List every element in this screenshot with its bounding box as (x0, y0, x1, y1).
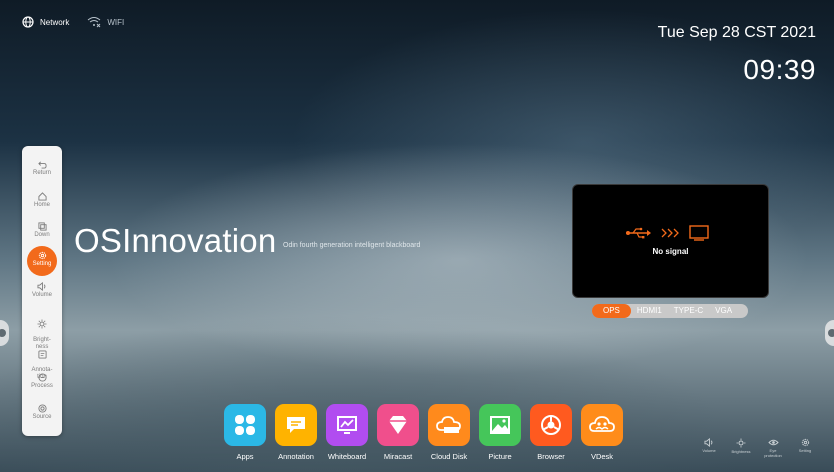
right-edge-handle[interactable] (825, 320, 834, 346)
sidebar-item-label: Down (34, 232, 50, 238)
brand-title: OSInnovation (74, 222, 277, 259)
sidebar-item-label: Home (33, 202, 50, 208)
brightness-icon (736, 438, 746, 448)
return-icon (37, 161, 47, 169)
eye-icon (767, 439, 779, 446)
whiteboard-icon (337, 416, 357, 434)
source-preview[interactable]: No signal (572, 184, 769, 298)
signal-icons (625, 225, 709, 241)
source-hdmi1[interactable]: HDMI1 (631, 304, 668, 318)
sidebar-item-label: Setting (32, 261, 52, 267)
app-tile[interactable] (530, 404, 572, 446)
annotation-icon (37, 350, 47, 359)
handle-dot (828, 329, 834, 337)
quick-controls: Volume Brightness Eye protection Setting (697, 438, 817, 458)
cloud-disk-icon (436, 416, 461, 433)
quick-eye-protection[interactable]: Eye protection (761, 438, 785, 458)
sidebar-item-home[interactable]: Home (22, 192, 62, 209)
sidebar-item-process[interactable]: Process (22, 373, 62, 390)
app-cloud-disk[interactable]: Cloud Disk (428, 404, 470, 461)
app-miracast[interactable]: Miracast (377, 404, 419, 461)
monitor-icon (689, 225, 709, 241)
quick-volume[interactable]: Volume (697, 438, 721, 458)
source-icon (37, 404, 47, 413)
quick-label: Volume (702, 448, 716, 453)
no-signal-message: No signal (652, 247, 689, 256)
source-type-c[interactable]: TYPE-C (668, 304, 709, 318)
app-annotation[interactable]: Annotation (275, 404, 317, 461)
app-label: Cloud Disk (430, 452, 468, 461)
quick-label: Brightness (731, 449, 751, 454)
quick-setting[interactable]: Setting (793, 438, 817, 458)
sidebar-item-source[interactable]: Source (22, 404, 62, 421)
picture-icon (490, 416, 510, 434)
app-label: Miracast (383, 452, 413, 461)
app-dock: Apps Annotation Whiteboard Miracast Clou… (224, 404, 623, 461)
down-icon (37, 222, 47, 231)
date-display: Tue Sep 28 CST 2021 (657, 24, 816, 41)
source-vga[interactable]: VGA (709, 304, 738, 318)
gear-icon (38, 251, 46, 260)
volume-icon (704, 438, 713, 447)
app-label: Browser (537, 452, 565, 461)
gear-icon (801, 438, 809, 447)
vdesk-icon (589, 416, 615, 432)
app-tile[interactable] (581, 404, 623, 446)
quick-label: Setting (798, 448, 812, 453)
time-display: 09:39 (743, 54, 816, 85)
side-toolbar: Return Home Down Setting Volume Bright- … (22, 146, 62, 436)
status-bar: Network WIFI (22, 16, 124, 28)
network-label[interactable]: Network (40, 18, 69, 27)
wifi-label[interactable]: WIFI (107, 18, 124, 27)
usb-icon (626, 227, 651, 239)
app-whiteboard[interactable]: Whiteboard (326, 404, 368, 461)
app-tile[interactable] (428, 404, 470, 446)
sidebar-item-label: Return (32, 170, 51, 176)
sidebar-item-setting[interactable]: Setting (27, 246, 57, 276)
handle-dot (0, 329, 6, 337)
app-label: Picture (488, 452, 512, 461)
app-tile[interactable] (326, 404, 368, 446)
sidebar-item-down[interactable]: Down (22, 222, 62, 239)
app-tile[interactable] (275, 404, 317, 446)
brightness-icon (37, 319, 47, 329)
miracast-icon (389, 416, 407, 434)
quick-brightness[interactable]: Brightness (729, 438, 753, 458)
app-label: Whiteboard (327, 452, 367, 461)
chevrons-right-icon (661, 228, 679, 238)
app-label: Annotation (278, 452, 314, 461)
app-tile[interactable] (224, 404, 266, 446)
browser-icon (541, 415, 561, 435)
brand-tagline: Odin fourth generation intelligent black… (283, 242, 421, 249)
left-edge-handle[interactable] (0, 320, 9, 346)
volume-icon (37, 282, 46, 291)
app-tile[interactable] (377, 404, 419, 446)
sidebar-item-volume[interactable]: Volume (22, 282, 62, 299)
home-icon (37, 192, 47, 201)
annotation-icon (287, 417, 305, 433)
source-ops[interactable]: OPS (592, 304, 631, 318)
sidebar-item-label: Process (31, 383, 53, 389)
wifi-off-icon (88, 17, 101, 28)
app-label: Apps (236, 452, 254, 461)
quick-label: Eye protection (764, 448, 782, 458)
process-icon (37, 373, 47, 382)
apps-grid-icon (235, 415, 255, 435)
sidebar-item-label: Volume (31, 292, 52, 298)
sidebar-item-label: Source (32, 414, 52, 420)
desktop-screen: Network WIFI Tue Sep 28 CST 2021 09:39 R… (0, 0, 834, 472)
source-selector: OPS HDMI1 TYPE-C VGA (592, 304, 748, 318)
app-label: VDesk (590, 452, 614, 461)
app-vdesk[interactable]: VDesk (581, 404, 623, 461)
app-tile[interactable] (479, 404, 521, 446)
globe-icon (22, 16, 34, 28)
sidebar-item-return[interactable]: Return (22, 160, 62, 177)
app-apps[interactable]: Apps (224, 404, 266, 461)
app-picture[interactable]: Picture (479, 404, 521, 461)
app-browser[interactable]: Browser (530, 404, 572, 461)
